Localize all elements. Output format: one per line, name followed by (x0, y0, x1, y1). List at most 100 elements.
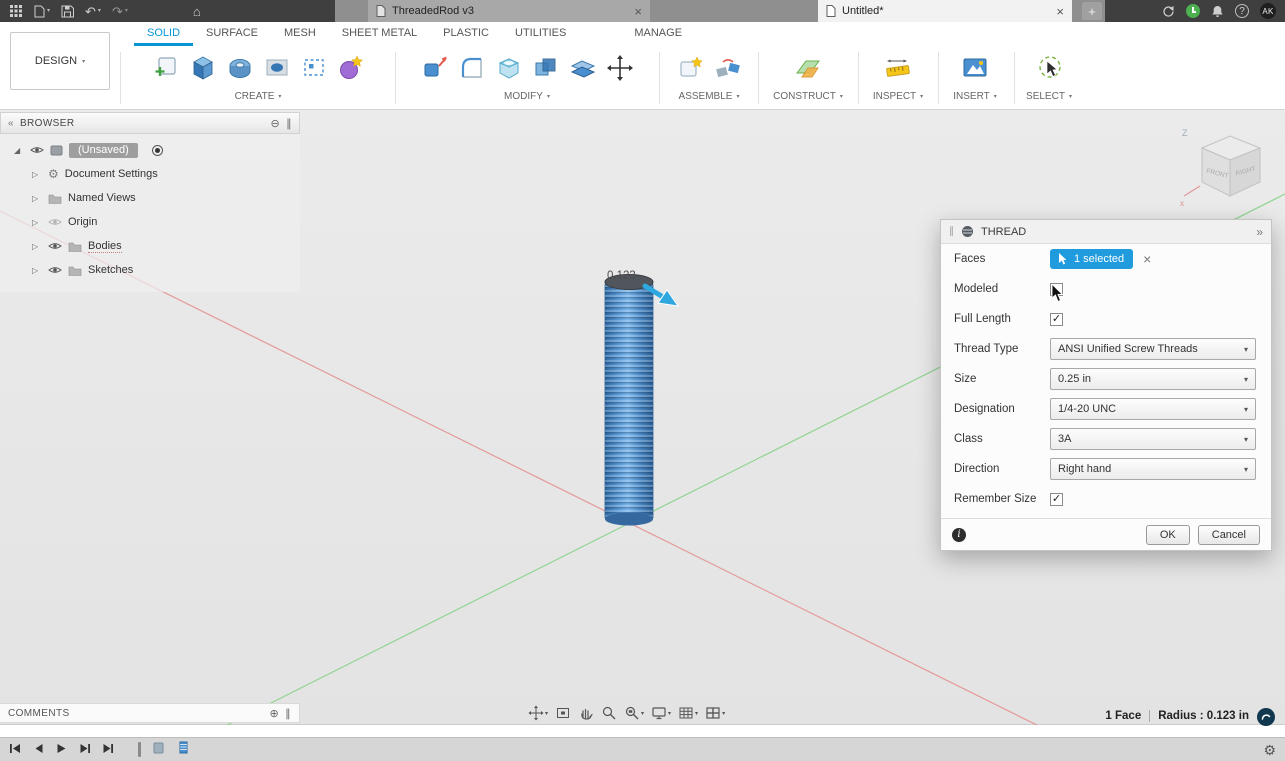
expanded-arrow-icon[interactable]: ◢ (14, 146, 24, 155)
revolve-icon[interactable] (224, 52, 256, 84)
remember-size-checkbox[interactable]: ✓ (1050, 493, 1063, 506)
extensions-icon[interactable] (1162, 5, 1175, 18)
panel-options-icon[interactable]: ⊖ (270, 117, 280, 130)
press-pull-icon[interactable] (419, 52, 451, 84)
comments-bar[interactable]: COMMENTS ⊕ ∥ (0, 703, 300, 723)
joint-icon[interactable] (712, 52, 744, 84)
display-settings-tool[interactable]: ▾ (651, 705, 671, 721)
tab-surface[interactable]: SURFACE (193, 22, 271, 46)
eye-icon[interactable] (48, 265, 62, 275)
browser-header[interactable]: « BROWSER ⊖ ∥ (0, 112, 300, 134)
full-length-checkbox[interactable]: ✓ (1050, 313, 1063, 326)
tree-row-bodies[interactable]: ▷ Bodies (0, 234, 300, 258)
info-icon[interactable]: i (952, 528, 966, 542)
orbit-tool[interactable]: ▾ (528, 705, 548, 721)
pan-tool[interactable] (578, 705, 594, 721)
look-at-tool[interactable] (555, 705, 571, 721)
direction-dropdown[interactable]: Right hand ▾ (1050, 458, 1256, 480)
design-workspace-button[interactable]: DESIGN ▾ (10, 32, 110, 90)
timeline-base-feature-icon[interactable] (151, 740, 166, 760)
group-label-assemble[interactable]: ASSEMBLE▾ (664, 91, 754, 102)
eye-icon[interactable] (48, 241, 62, 251)
cancel-button[interactable]: Cancel (1198, 525, 1260, 545)
home-icon[interactable]: ⌂ (193, 5, 201, 18)
tab-manage[interactable]: MANAGE (621, 22, 695, 46)
eye-icon[interactable] (30, 145, 44, 155)
save-icon[interactable] (61, 5, 74, 18)
tree-row-sketches[interactable]: ▷ Sketches (0, 258, 300, 282)
document-tab-untitled[interactable]: Untitled* × (818, 0, 1072, 22)
collapse-panel-icon[interactable]: « (8, 118, 14, 129)
timeline-thread-feature-icon[interactable] (176, 740, 191, 760)
collapsed-arrow-icon[interactable]: ▷ (32, 170, 42, 179)
view-cube[interactable]: Z FRONT RIGHT x (1178, 124, 1274, 216)
document-tab-threadedrod[interactable]: ThreadedRod v3 × (368, 0, 650, 22)
tab-utilities[interactable]: UTILITIES (502, 22, 579, 46)
tab-sheet-metal[interactable]: SHEET METAL (329, 22, 430, 46)
hole-icon[interactable] (261, 52, 293, 84)
dialog-expand-icon[interactable]: » (1256, 225, 1263, 239)
job-status-icon[interactable] (1186, 4, 1200, 18)
tab-mesh[interactable]: MESH (271, 22, 329, 46)
ok-button[interactable]: OK (1146, 525, 1190, 545)
threaded-rod-body[interactable] (605, 275, 653, 526)
timeline-go-to-end-button[interactable] (101, 741, 114, 759)
combine-icon[interactable] (530, 52, 562, 84)
close-icon[interactable]: × (634, 4, 642, 19)
app-grid-icon[interactable] (10, 5, 22, 17)
class-dropdown[interactable]: 3A ▾ (1050, 428, 1256, 450)
timeline-step-back-button[interactable] (32, 741, 45, 759)
create-form-icon[interactable] (335, 52, 367, 84)
file-menu-icon[interactable]: ▾ (33, 5, 50, 18)
faces-selection-button[interactable]: 1 selected (1050, 249, 1133, 269)
panel-grip-icon[interactable]: ∥ (285, 707, 291, 720)
collapsed-arrow-icon[interactable]: ▷ (32, 242, 42, 251)
grid-settings-tool[interactable]: ▾ (678, 705, 698, 721)
tree-row-origin[interactable]: ▷ Origin (0, 210, 300, 234)
new-tab-button[interactable]: + (1082, 2, 1102, 20)
zoom-window-tool[interactable]: ▾ (624, 705, 644, 721)
zoom-tool[interactable] (601, 705, 617, 721)
assistant-button[interactable] (1257, 708, 1275, 726)
eye-hidden-icon[interactable] (48, 217, 62, 227)
thread-dialog-header[interactable]: ∥ THREAD » (941, 220, 1271, 244)
construction-plane-icon[interactable] (792, 52, 824, 84)
group-label-select[interactable]: SELECT▾ (1016, 91, 1082, 102)
tab-plastic[interactable]: PLASTIC (430, 22, 502, 46)
shell-icon[interactable] (493, 52, 525, 84)
redo-icon[interactable]: ↷ ▾ (112, 5, 128, 18)
group-label-create[interactable]: CREATE▾ (126, 91, 390, 102)
collapsed-arrow-icon[interactable]: ▷ (32, 218, 42, 227)
tree-row-document-settings[interactable]: ▷ ⚙ Document Settings (0, 162, 300, 186)
tab-solid[interactable]: SOLID (134, 22, 193, 46)
pattern-icon[interactable] (298, 52, 330, 84)
collapsed-arrow-icon[interactable]: ▷ (32, 266, 42, 275)
viewports-tool[interactable]: ▾ (705, 705, 725, 721)
tree-item-label[interactable]: Origin (68, 216, 97, 228)
offset-face-icon[interactable] (567, 52, 599, 84)
move-icon[interactable] (604, 52, 636, 84)
group-label-insert[interactable]: INSERT▾ (940, 91, 1010, 102)
dialog-grip-icon[interactable]: ∥ (949, 226, 954, 237)
undo-icon[interactable]: ↶ ▾ (85, 5, 101, 18)
timeline-go-to-start-button[interactable] (9, 741, 22, 759)
extrude-icon[interactable] (187, 52, 219, 84)
tree-item-label[interactable]: Document Settings (65, 168, 158, 180)
tree-row-named-views[interactable]: ▷ Named Views (0, 186, 300, 210)
activate-component-radio[interactable] (152, 145, 163, 156)
tree-item-label[interactable]: Sketches (88, 264, 133, 276)
group-label-inspect[interactable]: INSPECT▾ (862, 91, 934, 102)
size-dropdown[interactable]: 0.25 in ▾ (1050, 368, 1256, 390)
clear-selection-icon[interactable]: × (1143, 252, 1151, 266)
insert-image-icon[interactable] (959, 52, 991, 84)
help-icon[interactable]: ? (1235, 4, 1249, 18)
timeline-settings-gear-icon[interactable]: ⚙ (1263, 743, 1276, 757)
panel-grip-icon[interactable]: ∥ (286, 117, 292, 130)
add-comment-icon[interactable]: ⊕ (269, 707, 279, 720)
thread-type-dropdown[interactable]: ANSI Unified Screw Threads ▾ (1050, 338, 1256, 360)
timeline-position-marker[interactable] (138, 742, 141, 757)
new-component-icon[interactable] (150, 52, 182, 84)
group-label-construct[interactable]: CONSTRUCT▾ (762, 91, 854, 102)
designation-dropdown[interactable]: 1/4-20 UNC ▾ (1050, 398, 1256, 420)
close-icon[interactable]: × (1056, 4, 1064, 19)
